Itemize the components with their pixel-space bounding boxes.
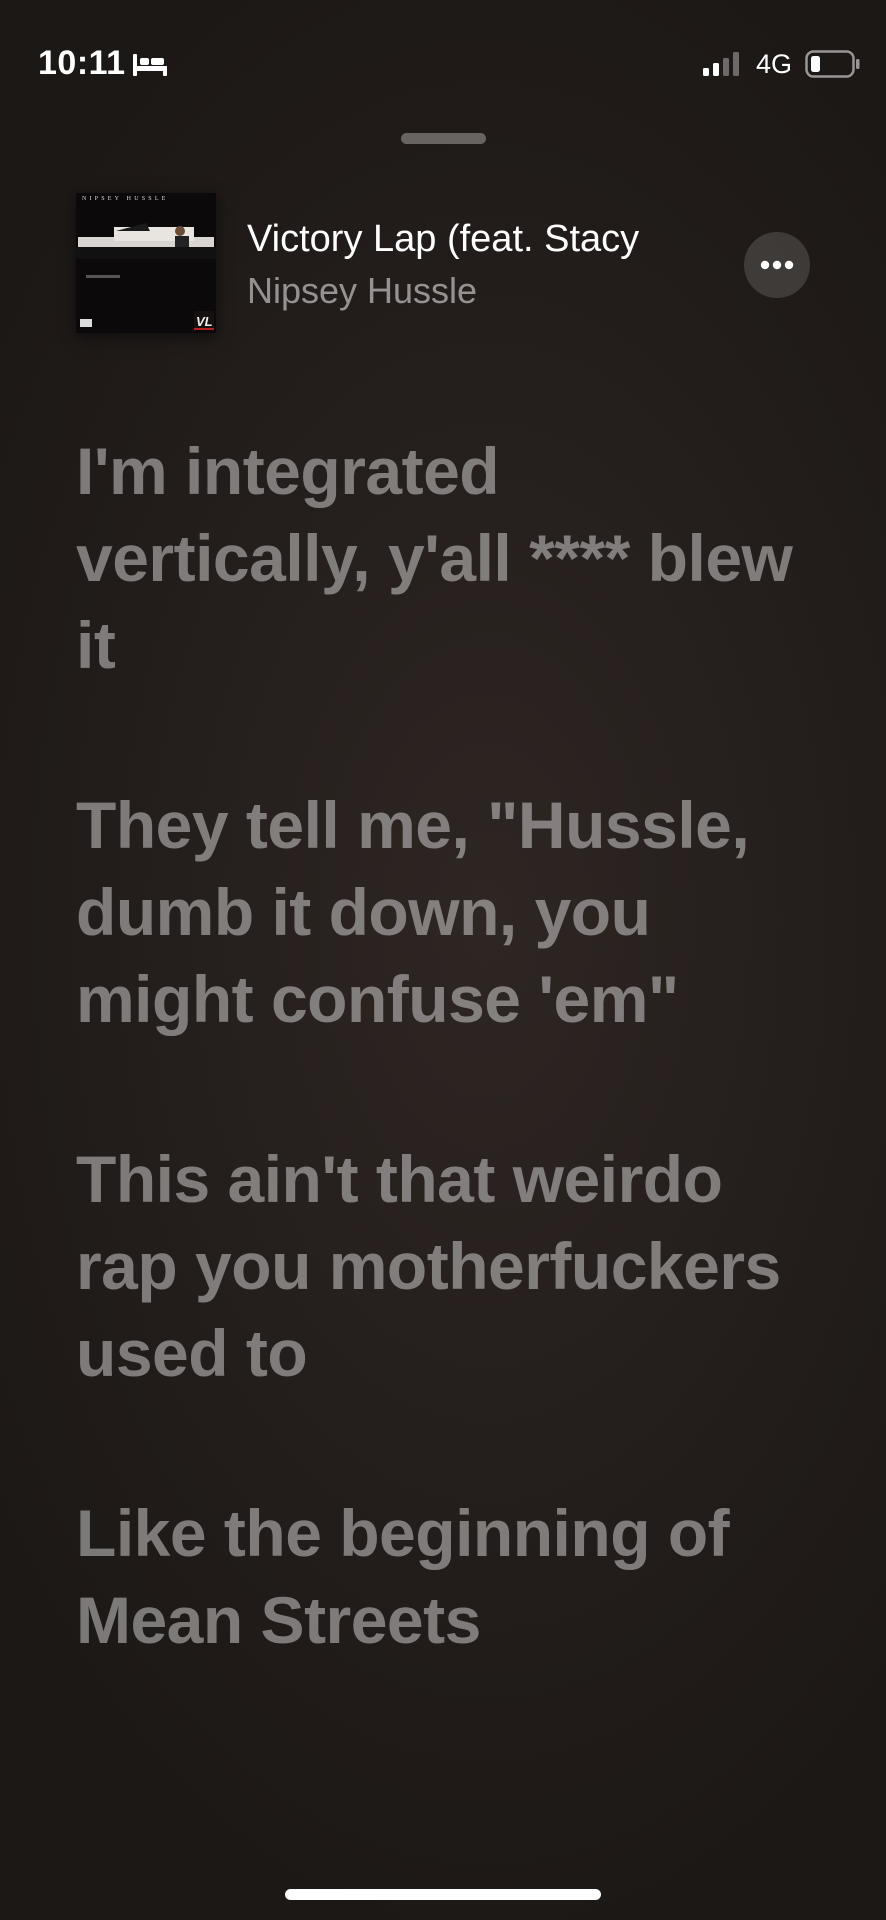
artwork-logo-text: VL	[196, 314, 213, 329]
lyrics-list: I'm integrated vertically, y'all **** bl…	[76, 428, 796, 1757]
lyric-line[interactable]: I'm integrated vertically, y'all **** bl…	[76, 428, 796, 689]
sheet-grabber[interactable]	[401, 133, 486, 144]
status-time: 10:11	[38, 44, 126, 82]
lyric-line[interactable]: This ain't that weirdo rap you motherfuc…	[76, 1136, 796, 1397]
status-bar: 10:11 4G	[0, 0, 886, 120]
album-artwork-image: NIPSEY HUSSLE VL	[76, 193, 216, 333]
track-title[interactable]: Victory Lap (feat. Stacy	[247, 218, 687, 261]
home-indicator[interactable]	[285, 1889, 601, 1900]
signal-icon	[703, 52, 739, 76]
network-type: 4G	[756, 49, 793, 79]
artwork-header-text: NIPSEY HUSSLE	[82, 196, 169, 202]
battery-icon	[805, 50, 860, 78]
bed-icon	[133, 54, 167, 76]
ellipsis-icon	[760, 260, 794, 270]
more-options-button[interactable]	[744, 232, 810, 298]
album-artwork[interactable]: NIPSEY HUSSLE VL	[76, 193, 216, 333]
track-artist[interactable]: Nipsey Hussle	[247, 270, 477, 312]
lyric-line[interactable]: They tell me, "Hussle, dumb it down, you…	[76, 782, 796, 1043]
lyric-line[interactable]: Like the beginning of Mean Streets	[76, 1490, 796, 1664]
